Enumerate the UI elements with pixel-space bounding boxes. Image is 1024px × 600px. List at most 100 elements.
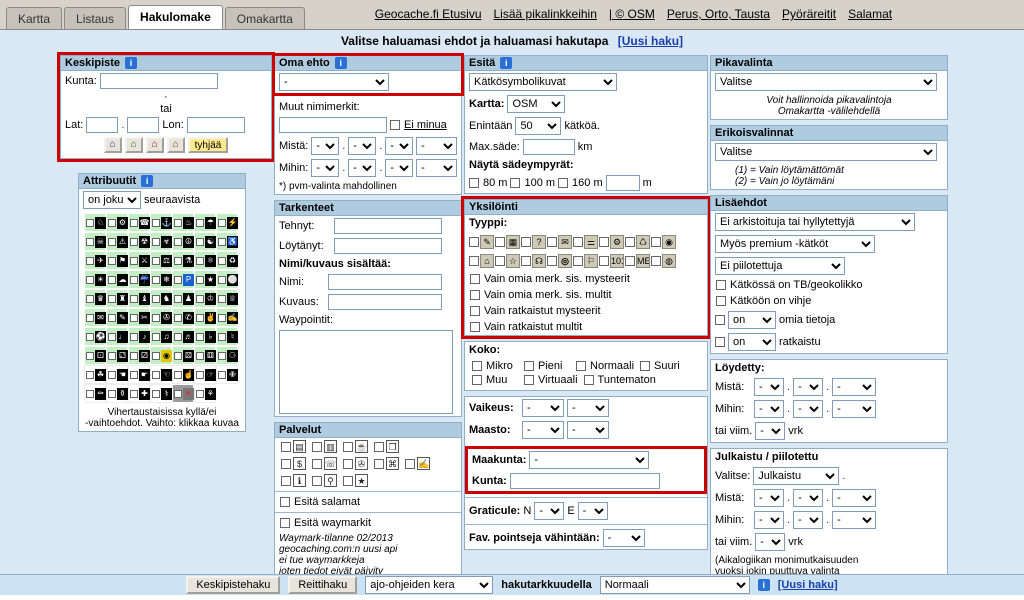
attribute-checkbox[interactable] — [218, 276, 226, 284]
attribute-checkbox[interactable] — [218, 238, 226, 246]
loydetty-mista-month-select[interactable]: - — [793, 378, 823, 396]
attribute-toggle-cell[interactable]: ☚ — [106, 365, 128, 384]
attribute-icon[interactable]: ⚖ — [161, 255, 172, 267]
loydetty-viim-select[interactable]: - — [755, 422, 785, 440]
attribute-icon[interactable]: ✌ — [205, 312, 216, 324]
service-toggle[interactable]: ✇ — [343, 457, 368, 470]
attribute-toggle-cell[interactable]: ⚓ — [150, 213, 172, 232]
attribute-icon[interactable]: ☎ — [139, 217, 150, 229]
attribute-toggle-cell[interactable]: ⚂ — [128, 346, 150, 365]
service-toggle[interactable]: ❐ — [374, 440, 399, 453]
service-toggle[interactable]: ▥ — [312, 440, 337, 453]
attribute-checkbox[interactable] — [108, 257, 116, 265]
attribute-icon[interactable]: ♮ — [227, 331, 238, 343]
esita-salamat-checkbox[interactable] — [280, 497, 290, 507]
attribute-checkbox[interactable] — [130, 352, 138, 360]
service-checkbox[interactable] — [281, 442, 291, 452]
cache-type-checkbox[interactable] — [495, 237, 505, 247]
attribute-toggle-cell[interactable]: ☔ — [128, 270, 150, 289]
service-toggle[interactable]: ℹ — [281, 474, 306, 487]
attribute-icon[interactable]: ✆ — [183, 312, 194, 324]
attribute-icon[interactable]: ✂ — [139, 312, 150, 324]
cache-type-icon[interactable]: ✎ — [480, 235, 494, 249]
attribute-icon[interactable]: ★ — [205, 274, 216, 286]
nav-tab[interactable]: Omakartta — [225, 7, 305, 29]
attribute-icon[interactable]: ⚂ — [139, 350, 150, 362]
arkistoidut-select[interactable]: Ei arkistoituja tai hyllytettyjä — [715, 213, 915, 231]
piilotetut-select[interactable]: Ei piilotettuja — [715, 257, 845, 275]
cache-type-icon[interactable]: 101 — [610, 254, 624, 268]
attribute-toggle-cell[interactable]: ♭ — [194, 327, 216, 346]
attribute-toggle-cell[interactable]: ⚡ — [216, 213, 238, 232]
attribute-checkbox[interactable] — [152, 333, 160, 341]
attribute-checkbox[interactable] — [196, 314, 204, 322]
attribute-icon[interactable]: ☢ — [139, 236, 150, 248]
attribute-checkbox[interactable] — [86, 352, 94, 360]
attribute-checkbox[interactable] — [152, 219, 160, 227]
lat-deg-input[interactable] — [86, 117, 118, 133]
attribute-checkbox[interactable] — [196, 238, 204, 246]
attribute-toggle-cell[interactable]: ☛ — [128, 365, 150, 384]
attribute-icon[interactable]: ☠ — [95, 236, 106, 248]
cache-type-icon[interactable]: ⌂ — [480, 254, 494, 268]
attribute-toggle-cell[interactable]: ♨ — [172, 213, 194, 232]
cache-type-checkbox[interactable] — [651, 237, 661, 247]
attribute-toggle-cell[interactable]: ★ — [194, 270, 216, 289]
loytanyt-input[interactable] — [334, 238, 442, 254]
attribute-toggle-cell[interactable]: ⚄ — [172, 346, 194, 365]
attribute-icon[interactable]: ☣ — [161, 236, 172, 248]
attribute-toggle-cell[interactable]: ✍ — [216, 308, 238, 327]
service-icon[interactable]: ▥ — [324, 440, 337, 453]
cache-type-toggle[interactable]: ☆ — [495, 251, 521, 270]
attribute-toggle-cell[interactable]: ♜ — [106, 289, 128, 308]
attribute-toggle-cell[interactable]: ☁ — [106, 270, 128, 289]
hakutarkkuus-select[interactable]: Normaali — [600, 576, 750, 594]
attribute-toggle-cell[interactable]: ☘ — [84, 365, 106, 384]
cache-type-checkbox[interactable] — [599, 256, 609, 266]
attribute-checkbox[interactable] — [218, 257, 226, 265]
attribute-toggle-cell[interactable]: ♪ — [128, 327, 150, 346]
cache-type-checkbox[interactable] — [625, 237, 635, 247]
attribute-checkbox[interactable] — [86, 276, 94, 284]
cache-type-icon[interactable]: ✉ — [558, 235, 572, 249]
service-toggle[interactable]: $ — [281, 457, 306, 470]
service-checkbox[interactable] — [281, 476, 291, 486]
attribute-toggle-cell[interactable]: ✇ — [150, 308, 172, 327]
attribute-icon[interactable]: ♞ — [161, 293, 172, 305]
attribute-icon[interactable]: ♕ — [227, 293, 238, 305]
cache-type-icon[interactable]: ◎ — [558, 254, 572, 268]
cache-type-toggle[interactable]: ⚐ — [573, 251, 599, 270]
attribute-toggle-cell[interactable]: ☣ — [150, 232, 172, 251]
attribute-checkbox[interactable] — [130, 219, 138, 227]
graticule-e-select[interactable]: - — [578, 502, 608, 520]
attribute-checkbox[interactable] — [174, 219, 182, 227]
attribute-checkbox[interactable] — [108, 276, 116, 284]
attribute-icon[interactable]: ⚔ — [139, 255, 150, 267]
cache-type-toggle[interactable]: ◍ — [651, 251, 677, 270]
service-icon[interactable]: ✇ — [355, 457, 368, 470]
attribute-icon[interactable]: ⚅ — [205, 350, 216, 362]
clear-center-button[interactable]: tyhjää — [188, 137, 229, 153]
attribute-icon[interactable]: ☯ — [205, 236, 216, 248]
vaikeus-value-select[interactable]: - — [567, 399, 609, 417]
cache-type-checkbox[interactable] — [495, 256, 505, 266]
julkaistu-viim-select[interactable]: - — [755, 533, 785, 551]
attribute-toggle-cell[interactable]: ☞ — [194, 365, 216, 384]
tb-checkbox[interactable] — [716, 280, 726, 290]
lat-min-input[interactable] — [127, 117, 159, 133]
attribute-toggle-cell[interactable]: ⚰ — [84, 384, 106, 403]
attribute-icon[interactable]: ♪ — [139, 331, 150, 343]
koko-option[interactable]: Tuntematon — [581, 373, 659, 387]
header-link[interactable]: | © OSM — [609, 7, 655, 21]
attribute-toggle-cell[interactable]: ♿ — [216, 232, 238, 251]
attribute-toggle-cell[interactable]: ✈ — [84, 251, 106, 270]
attribute-icon[interactable]: ⚘ — [205, 388, 216, 400]
attribute-icon[interactable]: ♫ — [161, 331, 172, 343]
attribute-icon[interactable]: ⚡ — [227, 217, 238, 229]
attribute-checkbox[interactable] — [174, 295, 182, 303]
enintaan-select[interactable]: 50 — [515, 117, 561, 135]
mihin-month-select[interactable]: - — [348, 159, 376, 177]
attribute-icon[interactable]: ⚙ — [117, 217, 128, 229]
attribute-toggle-cell[interactable]: ☠ — [84, 232, 106, 251]
radius-100-checkbox[interactable] — [510, 178, 520, 188]
